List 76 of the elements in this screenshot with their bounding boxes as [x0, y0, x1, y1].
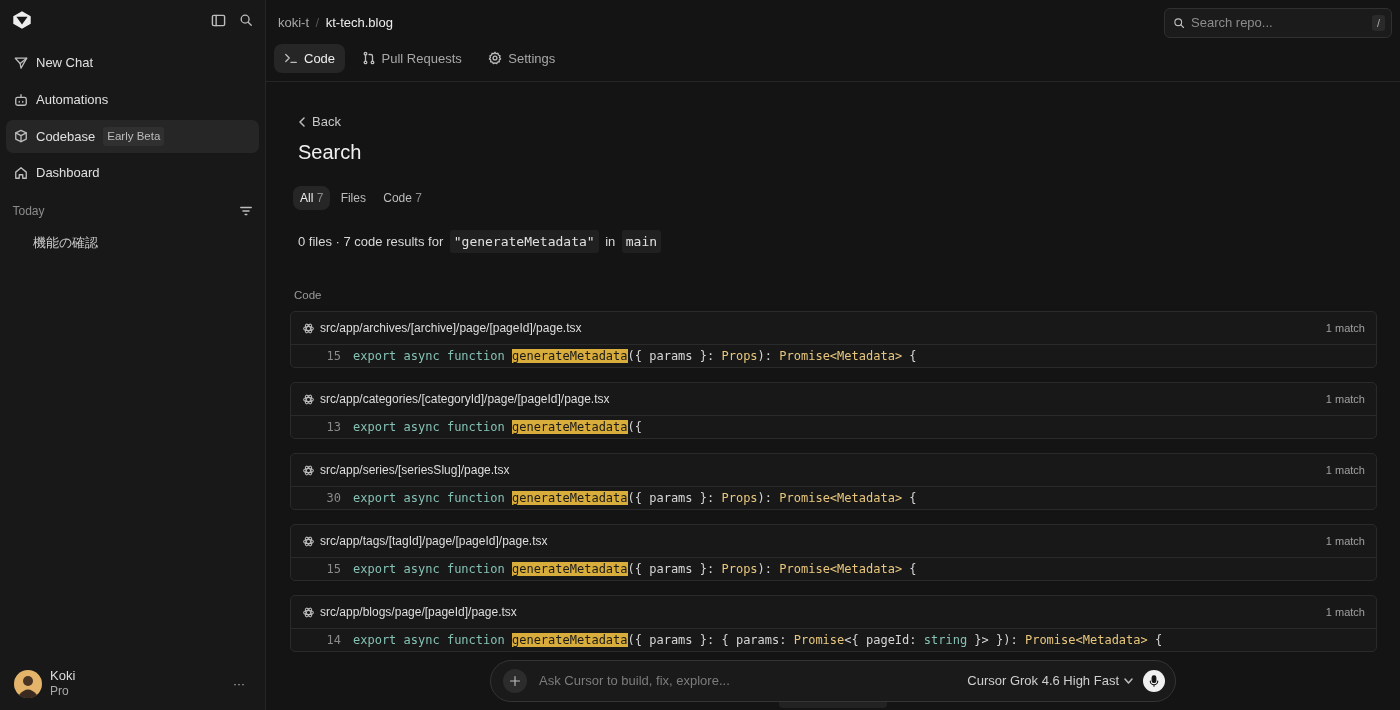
microphone-icon [1148, 675, 1160, 687]
send-icon [14, 55, 28, 70]
search-field[interactable]: Search repo... / [1164, 8, 1392, 38]
sidebar-toggle-icon[interactable] [210, 12, 226, 28]
line-number: 15 [325, 348, 341, 366]
code-line: export async function generateMetadata({ params }: { params: Promise<{ pageId: string }> }): Promise<Metadata> { [353, 632, 1163, 650]
search-input[interactable]: Search repo... [1191, 13, 1366, 33]
match-count: 1 match [1325, 392, 1365, 407]
avatar [14, 669, 42, 698]
file-path[interactable]: src/app/archives/[archive]/page/[pageId]/page.tsx [320, 319, 582, 338]
file-path[interactable]: src/app/series/[seriesSlug]/page.tsx [320, 461, 510, 480]
chat-input[interactable]: Ask Cursor to build, fix, explore... [537, 670, 958, 692]
repo-tab[interactable]: Pull Requests [351, 43, 472, 73]
branch-chip: main [621, 229, 662, 253]
sidebar-item[interactable]: Automations [6, 82, 259, 117]
back-link[interactable]: Back [298, 112, 341, 132]
chevron-down-icon [1124, 678, 1133, 684]
results-summary: 0 files · 7 code results for [298, 232, 444, 251]
beta-badge: Early Beta [103, 126, 165, 146]
repo-tab[interactable]: Settings [478, 43, 566, 73]
line-number: 15 [325, 561, 341, 579]
breadcrumb-link[interactable]: koki-t [278, 13, 310, 33]
repo-tab[interactable]: Code [274, 43, 346, 73]
match-count: 1 match [1325, 321, 1365, 336]
terminal-icon [284, 51, 298, 66]
filter-tab[interactable]: Code 7 [376, 185, 429, 210]
code-line: export async function generateMetadata({ [353, 419, 642, 437]
model-selector[interactable]: Cursor Grok 4.6 High Fast [967, 671, 1133, 691]
file-path[interactable]: src/app/categories/[categoryId]/page/[pageId]/page.tsx [320, 390, 610, 409]
search-icon[interactable] [238, 12, 253, 27]
react-icon [303, 393, 314, 405]
chat-composer[interactable]: Ask Cursor to build, fix, explore... Cursor Grok 4.6 High Fast [490, 660, 1176, 702]
add-button[interactable] [503, 669, 527, 693]
section-label: Code [294, 288, 323, 303]
cube-icon [14, 129, 28, 144]
shortcut-key: / [1371, 14, 1385, 31]
user-plan: Pro [50, 684, 70, 700]
logo-icon [12, 11, 31, 29]
chat-item[interactable]: 機能の確認 [6, 227, 259, 259]
robot-icon [14, 92, 28, 107]
line-number: 13 [325, 419, 341, 437]
file-path[interactable]: src/app/tags/[tagId]/page/[pageId]/page.tsx [320, 532, 548, 551]
section-title: Today [12, 202, 45, 220]
match-count: 1 match [1325, 534, 1365, 549]
react-icon [303, 535, 314, 547]
user-name: Koki [50, 667, 76, 685]
code-line: export async function generateMetadata({ params }: Props): Promise<Metadata> { [353, 561, 917, 579]
filter-tab[interactable]: Files [333, 185, 373, 210]
react-icon [303, 322, 314, 334]
react-icon [303, 464, 314, 476]
file-path[interactable]: src/app/blogs/page/[pageId]/page.tsx [320, 603, 517, 622]
breadcrumb-separator: / [315, 14, 320, 32]
home-icon [14, 166, 28, 180]
code-line: export async function generateMetadata({ params }: Props): Promise<Metadata> { [353, 490, 917, 508]
line-number: 30 [325, 490, 341, 508]
chevron-left-icon [298, 116, 306, 127]
react-icon [303, 606, 314, 618]
breadcrumb-current: kt-tech.blog [325, 14, 393, 32]
gear-icon [488, 51, 503, 66]
drawer-handle[interactable] [779, 702, 887, 708]
sidebar-item[interactable]: Dashboard [6, 156, 259, 190]
plus-icon [509, 675, 521, 687]
sidebar-item[interactable]: New Chat [6, 46, 259, 80]
query-chip: "generateMetadata" [449, 229, 599, 253]
summary-text: in [605, 232, 616, 251]
filter-tab[interactable]: All 7 [293, 185, 331, 210]
microphone-button[interactable] [1143, 670, 1165, 692]
more-button[interactable]: ··· [227, 674, 251, 693]
match-count: 1 match [1325, 605, 1365, 620]
sidebar-item[interactable]: Codebase Early Beta [6, 119, 259, 153]
page-title: Search [298, 139, 363, 164]
code-line: export async function generateMetadata({ params }: Props): Promise<Metadata> { [353, 348, 917, 366]
search-icon [1173, 16, 1185, 29]
match-count: 1 match [1325, 463, 1365, 478]
line-number: 14 [325, 632, 341, 650]
pull-request-icon [361, 51, 376, 66]
